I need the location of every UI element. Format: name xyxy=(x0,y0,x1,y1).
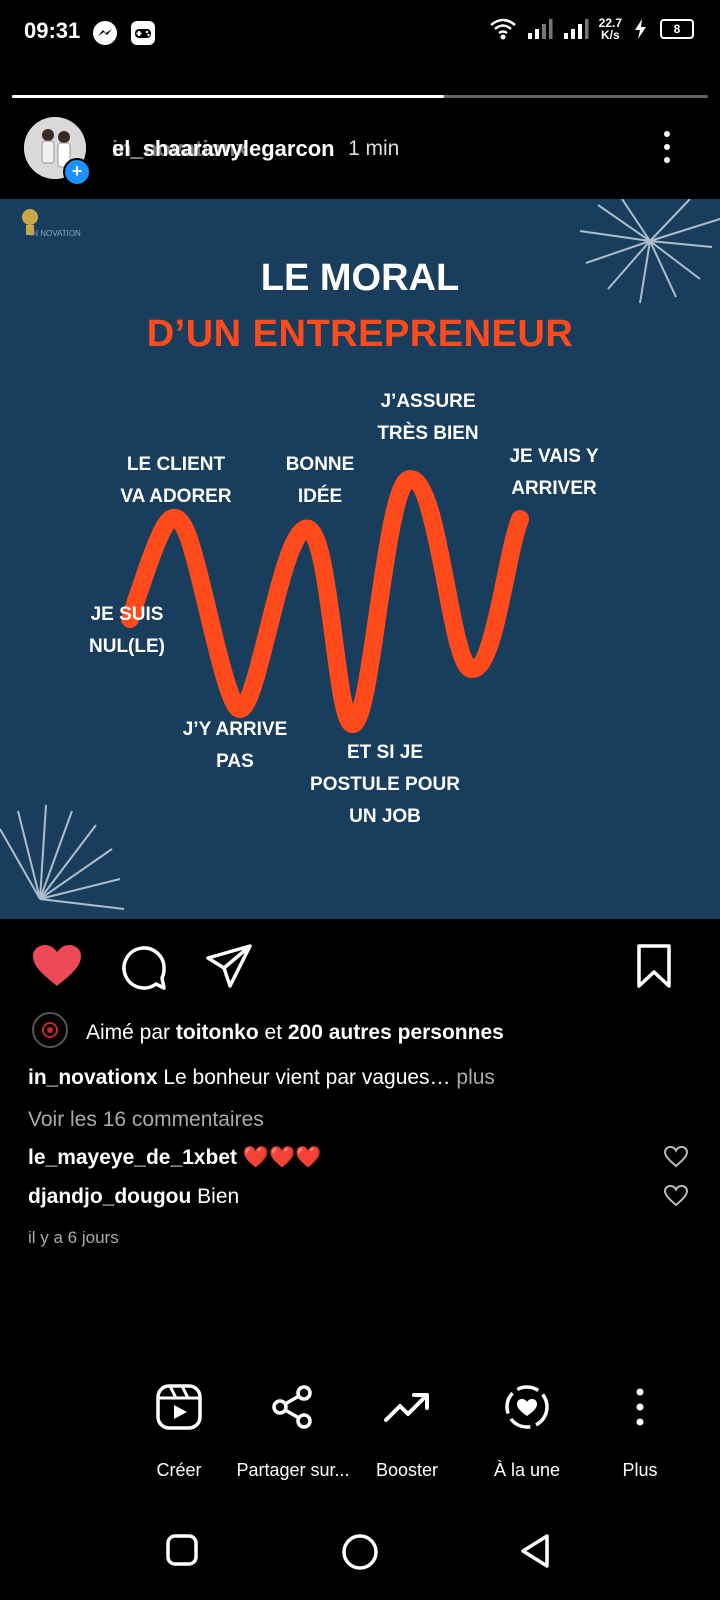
story-progress-bar xyxy=(12,95,708,98)
highlight-button[interactable]: À la une xyxy=(462,1382,592,1481)
label-je-vais: JE VAIS Y ARRIVER xyxy=(509,446,599,499)
caption-more-link[interactable]: plus xyxy=(451,1066,495,1089)
post-title-line2: D’UN ENTREPRENEUR xyxy=(146,313,574,355)
battery-icon: 8 xyxy=(660,19,694,39)
charging-icon xyxy=(635,19,646,39)
home-circle-icon[interactable] xyxy=(341,1533,379,1571)
share-icon xyxy=(272,1385,312,1429)
highlight-heart-icon xyxy=(505,1385,549,1429)
comment-user[interactable]: djandjo_dougou xyxy=(28,1185,191,1208)
liked-prefix: Aimé par xyxy=(86,1021,176,1044)
brand-logo-text: IN NOVATION xyxy=(30,229,81,238)
share-to-label: Partager sur... xyxy=(236,1460,350,1480)
game-controller-icon xyxy=(131,21,155,45)
label-jy-arrive-pas: J’Y ARRIVE PAS xyxy=(182,719,288,772)
battery-level: 8 xyxy=(673,22,681,36)
speed-unit: K/s xyxy=(600,28,620,42)
signal-icon xyxy=(563,19,589,39)
status-right-group: 22.7 K/s 8 xyxy=(489,16,694,42)
bookmark-icon[interactable] xyxy=(636,944,672,988)
messenger-icon xyxy=(93,21,117,45)
label-jassure: J’ASSURE TRÈS BIEN xyxy=(377,391,479,444)
highlight-label: À la une xyxy=(493,1460,561,1480)
wifi-icon xyxy=(489,18,516,40)
post-image: IN NOVATION LE MORAL D’UN ENTREPRENEUR J… xyxy=(0,199,720,919)
comment-text: Bien xyxy=(191,1185,240,1208)
create-button[interactable]: Créer xyxy=(114,1382,244,1481)
caption-user[interactable]: in_novationx xyxy=(28,1066,158,1089)
label-et-si-je: ET SI JE POSTULE POUR UN JOB xyxy=(310,742,460,827)
post-caption[interactable]: in_novationx Le bonheur vient par vagues… xyxy=(28,1066,495,1090)
label-je-suis-nul: JE SUIS NUL(LE) xyxy=(89,604,165,657)
more-options-icon[interactable] xyxy=(662,128,672,168)
share-send-icon[interactable] xyxy=(206,944,252,990)
post-title-line1: LE MORAL xyxy=(260,257,460,299)
back-triangle-icon[interactable] xyxy=(518,1533,552,1569)
story-progress-fill xyxy=(12,95,444,98)
recents-square-icon[interactable] xyxy=(165,1533,199,1567)
username[interactable]: el_shaarawylegarcon xyxy=(112,136,335,162)
label-bonne-idee: BONNE IDÉE xyxy=(285,454,355,507)
view-comments-link[interactable]: Voir les 16 commentaires xyxy=(28,1108,264,1132)
reels-create-icon xyxy=(156,1384,202,1430)
status-time: 09:31 xyxy=(24,18,81,43)
comment-item: le_mayeye_de_1xbet ❤️❤️❤️ xyxy=(28,1146,321,1170)
trending-up-icon xyxy=(384,1393,429,1422)
create-label: Créer xyxy=(156,1460,202,1480)
share-to-button[interactable]: Partager sur... xyxy=(228,1382,358,1481)
comment-item: djandjo_dougou Bien xyxy=(28,1185,239,1209)
label-le-client: LE CLIENT VA ADORER xyxy=(120,454,232,507)
liked-user[interactable]: toitonko xyxy=(176,1021,259,1044)
comment-user[interactable]: le_mayeye_de_1xbet xyxy=(28,1146,237,1169)
signal-icon xyxy=(527,19,553,39)
caption-text: Le bonheur vient par vagues… xyxy=(157,1066,451,1089)
liked-count[interactable]: 200 autres personnes xyxy=(288,1021,504,1044)
liked-by-text[interactable]: Aimé par toitonko et 200 autres personne… xyxy=(86,1021,504,1045)
comment-text: ❤️❤️❤️ xyxy=(237,1146,322,1169)
post-time: 1 min xyxy=(348,137,400,160)
boost-button[interactable]: Booster xyxy=(342,1382,472,1481)
post-date: il y a 6 jours xyxy=(28,1228,119,1247)
more-vertical-icon xyxy=(636,1388,644,1426)
comment-icon[interactable] xyxy=(120,944,168,992)
add-story-badge[interactable]: + xyxy=(63,158,91,186)
liked-mid: et xyxy=(258,1021,288,1044)
network-speed: 22.7 K/s xyxy=(599,17,622,41)
more-label: Plus xyxy=(622,1460,658,1480)
comment-like-icon[interactable] xyxy=(664,1146,688,1168)
more-button[interactable]: Plus xyxy=(575,1382,705,1481)
boost-label: Booster xyxy=(375,1460,439,1480)
comment-like-icon[interactable] xyxy=(664,1185,688,1207)
like-heart-icon[interactable] xyxy=(32,944,82,988)
liker-avatar[interactable] xyxy=(32,1012,68,1048)
